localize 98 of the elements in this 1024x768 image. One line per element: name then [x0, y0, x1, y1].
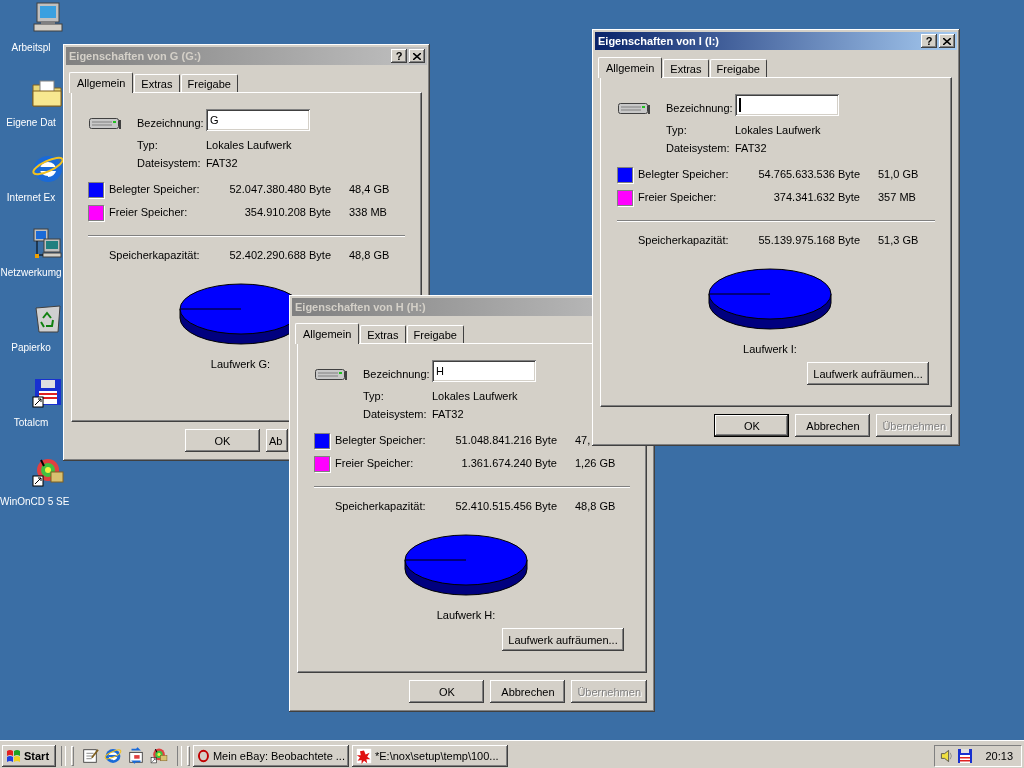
property-value: FAT32	[206, 156, 239, 171]
byte-value: 51.048.841.216 Byte	[455, 433, 557, 448]
size-value: 51,3 GB	[877, 233, 920, 248]
usage-label: Belegter Speicher:	[109, 182, 201, 197]
property-label: Dateisystem:	[363, 407, 428, 422]
desktop-icon-label[interactable]: WinOnCD 5 SE	[0, 496, 70, 507]
browser-e-icon[interactable]	[104, 746, 122, 765]
byte-value: 354.910.208 Byte	[243, 205, 331, 220]
byte-value: 54.765.633.536 Byte	[758, 167, 860, 182]
property-value: Lokales Laufwerk	[735, 123, 822, 138]
opera-logo-icon	[197, 747, 210, 764]
size-value: 338 MB	[348, 205, 388, 220]
usage-label: Belegter Speicher:	[638, 167, 730, 182]
capacity-label: Speicherkapazität:	[335, 499, 427, 514]
taskbar-button[interactable]: *E:\nox\setup\temp\100...	[352, 744, 508, 767]
field-label: Bezeichnung:	[666, 100, 734, 116]
input-field[interactable]	[735, 94, 839, 116]
tab[interactable]: Extras	[663, 59, 709, 77]
window-title: Eigenschaften von H (H:)	[295, 301, 427, 313]
close-button[interactable]	[409, 49, 425, 63]
property-label: Dateisystem:	[666, 141, 731, 156]
input-field[interactable]: G	[206, 109, 310, 131]
exchange-icon[interactable]	[127, 746, 145, 765]
property-value: Lokales Laufwerk	[206, 138, 293, 153]
hard-drive-icon	[89, 117, 121, 130]
property-value: Lokales Laufwerk	[432, 389, 519, 404]
dialog-button[interactable]: OK	[409, 680, 485, 703]
tab[interactable]: Allgemein	[295, 323, 360, 344]
disk-cleanup-button[interactable]: Laufwerk aufräumen...	[502, 628, 624, 651]
property-label: Typ:	[666, 123, 688, 138]
capacity-label: Speicherkapazität:	[109, 248, 201, 263]
drive-caption: Laufwerk I:	[743, 343, 797, 355]
usage-label: Freier Speicher:	[335, 456, 415, 471]
property-label: Typ:	[363, 389, 385, 404]
help-button[interactable]: ?	[391, 49, 407, 63]
size-value: 47,	[574, 433, 592, 448]
desktop-icon-label[interactable]: Netzwerkumg	[0, 267, 62, 278]
window-title: Eigenschaften von I (I:)	[598, 35, 720, 47]
desktop-icon-label[interactable]: Eigene Dat	[0, 117, 62, 128]
disc-with-folder-icon[interactable]	[150, 746, 168, 765]
size-value: 48,4 GB	[348, 182, 391, 197]
splat-icon	[356, 747, 372, 764]
close-icon	[413, 52, 421, 60]
tab[interactable]: Extras	[360, 325, 406, 343]
start-button[interactable]: Start	[2, 744, 56, 767]
desktop-icon-label[interactable]: Internet Ex	[0, 192, 62, 203]
dialog-button[interactable]: Abbrechen	[490, 680, 566, 703]
size-value: 48,8 GB	[574, 499, 617, 514]
property-value: FAT32	[432, 407, 465, 422]
usage-label: Belegter Speicher:	[335, 433, 427, 448]
clock: 20:13	[985, 749, 1013, 762]
byte-value: 52.410.515.456 Byte	[455, 499, 557, 514]
taskbar-button[interactable]: Mein eBay: Beobachtete ...	[193, 744, 349, 767]
disc-with-folder-icon[interactable]	[31, 456, 65, 490]
byte-value: 52.047.380.480 Byte	[229, 182, 331, 197]
network-computers-icon[interactable]	[31, 227, 65, 261]
tab[interactable]: Freigabe	[406, 325, 464, 343]
desktop-icon-label[interactable]: Papierko	[0, 342, 62, 353]
tab[interactable]: Extras	[134, 74, 180, 92]
dialog-button[interactable]: Ab	[266, 429, 289, 452]
field-label: Bezeichnung:	[137, 115, 205, 131]
desktop-icon-label[interactable]: Arbeitspl	[0, 42, 62, 53]
dialog-button[interactable]: OK	[714, 414, 790, 437]
property-value: FAT32	[735, 141, 768, 156]
hard-drive-icon	[618, 102, 650, 115]
property-label: Typ:	[137, 138, 159, 153]
close-button[interactable]	[939, 34, 955, 48]
tab[interactable]: Freigabe	[180, 74, 238, 92]
size-value: 48,8 GB	[348, 248, 391, 263]
window-title: Eigenschaften von G (G:)	[69, 50, 202, 62]
size-value: 357 MB	[877, 190, 917, 205]
disk-cleanup-button[interactable]: Laufwerk aufräumen...	[807, 362, 929, 385]
notepad-icon[interactable]	[81, 746, 99, 765]
tab[interactable]: Freigabe	[709, 59, 767, 77]
hard-drive-icon	[315, 368, 347, 381]
windows-flag-icon	[5, 747, 21, 764]
byte-value: 52.402.290.688 Byte	[229, 248, 331, 263]
dialog-button[interactable]: OK	[185, 429, 260, 452]
byte-value: 1.361.674.240 Byte	[460, 456, 557, 471]
drive-caption: Laufwerk H:	[436, 609, 496, 621]
usage-label: Freier Speicher:	[109, 205, 189, 220]
desktop-icon-label[interactable]: Totalcm	[0, 417, 62, 428]
byte-value: 55.139.975.168 Byte	[758, 233, 860, 248]
byte-value: 374.341.632 Byte	[772, 190, 860, 205]
dialog-button[interactable]: Abbrechen	[795, 414, 871, 437]
capacity-label: Speicherkapazität:	[638, 233, 730, 248]
usage-label: Freier Speicher:	[638, 190, 718, 205]
size-value: 1,26 GB	[574, 456, 617, 471]
help-button[interactable]: ?	[921, 34, 937, 48]
property-label: Dateisystem:	[137, 156, 202, 171]
close-icon	[943, 37, 951, 45]
input-field[interactable]: H	[432, 360, 536, 382]
size-value: 51,0 GB	[877, 167, 920, 182]
tab[interactable]: Allgemein	[598, 57, 663, 78]
tab[interactable]: Allgemein	[69, 72, 134, 93]
speaker-icon[interactable]	[939, 747, 955, 764]
drive-caption: Laufwerk G:	[210, 358, 271, 370]
field-label: Bezeichnung:	[363, 366, 431, 382]
